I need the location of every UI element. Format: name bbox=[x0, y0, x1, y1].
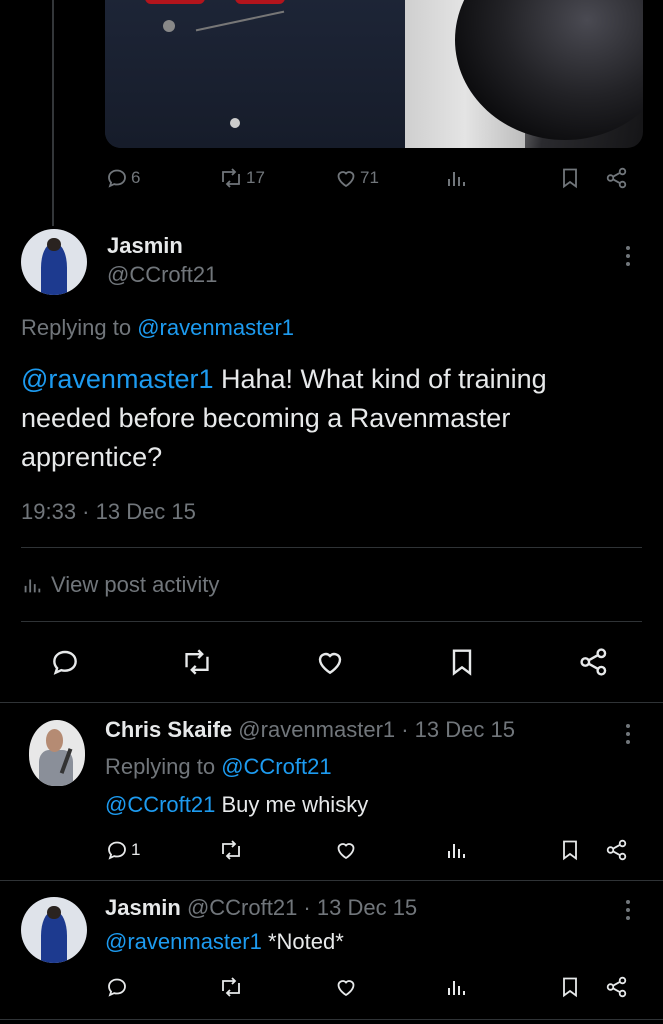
reply-icon bbox=[53, 650, 77, 675]
thread-connector-line bbox=[52, 0, 54, 226]
reply-button[interactable] bbox=[49, 646, 81, 678]
avatar[interactable] bbox=[29, 720, 85, 786]
heart-icon bbox=[337, 171, 355, 188]
reply-action[interactable] bbox=[105, 975, 129, 999]
analytics-icon bbox=[24, 579, 41, 593]
replying-to-prefix: Replying to bbox=[21, 315, 138, 340]
author-meta[interactable]: @ravenmaster1 · 13 Dec 15 bbox=[238, 717, 515, 742]
reply-action[interactable]: 1 bbox=[105, 838, 140, 862]
reply-icon bbox=[108, 841, 126, 860]
views-action[interactable] bbox=[444, 838, 468, 862]
mention-link[interactable]: @ravenmaster1 bbox=[21, 364, 213, 394]
bookmark-icon bbox=[563, 840, 577, 861]
author-meta[interactable]: @CCroft21 · 13 Dec 15 bbox=[187, 895, 417, 920]
analytics-icon bbox=[448, 981, 465, 995]
like-action[interactable] bbox=[334, 975, 358, 999]
heart-icon bbox=[337, 980, 355, 997]
views-action[interactable] bbox=[444, 975, 468, 999]
reply-header: Chris Skaife @ravenmaster1 · 13 Dec 15 bbox=[105, 717, 515, 743]
share-button[interactable] bbox=[578, 646, 610, 678]
retweet-action[interactable] bbox=[218, 838, 244, 862]
views-action[interactable] bbox=[444, 166, 468, 190]
share-icon bbox=[606, 976, 627, 998]
retweet-icon bbox=[222, 168, 240, 188]
bookmark-action[interactable] bbox=[558, 838, 582, 862]
bookmark-icon bbox=[563, 977, 577, 998]
share-action[interactable] bbox=[605, 166, 629, 190]
share-action[interactable] bbox=[605, 975, 629, 999]
analytics-icon bbox=[448, 844, 465, 858]
retweet-action[interactable]: 17 bbox=[218, 166, 265, 190]
reply-count: 1 bbox=[131, 840, 141, 859]
retweet-icon bbox=[222, 840, 240, 860]
reply-count: 6 bbox=[131, 168, 141, 187]
retweet-count: 17 bbox=[246, 168, 265, 187]
replying-to-prefix: Replying to bbox=[105, 754, 222, 779]
more-options-icon[interactable] bbox=[626, 246, 630, 270]
reply-text: @ravenmaster1 *Noted* bbox=[105, 929, 344, 955]
retweet-button[interactable] bbox=[180, 646, 214, 678]
divider bbox=[0, 1019, 663, 1020]
author-name[interactable]: Chris Skaife bbox=[105, 717, 232, 742]
reply-body: *Noted* bbox=[261, 929, 344, 954]
divider bbox=[0, 702, 663, 703]
like-button[interactable] bbox=[314, 646, 346, 678]
view-post-activity-label: View post activity bbox=[51, 572, 220, 597]
tweet-text: @ravenmaster1 Haha! What kind of trainin… bbox=[21, 360, 636, 477]
mention-link[interactable]: @ravenmaster1 bbox=[105, 929, 262, 954]
bookmark-icon bbox=[563, 168, 577, 189]
share-icon bbox=[580, 648, 607, 676]
bookmark-action[interactable] bbox=[558, 166, 582, 190]
reply-body: Buy me whisky bbox=[215, 792, 369, 817]
author-name[interactable]: Jasmin bbox=[105, 895, 181, 920]
like-action[interactable] bbox=[334, 838, 358, 862]
divider bbox=[21, 621, 642, 622]
reply-text: @CCroft21 Buy me whisky bbox=[105, 792, 368, 818]
retweet-icon bbox=[185, 649, 209, 675]
bookmark-button[interactable] bbox=[446, 646, 478, 678]
author-handle[interactable]: @CCroft21 bbox=[107, 262, 217, 288]
share-action[interactable] bbox=[605, 838, 629, 862]
reply-icon bbox=[108, 978, 126, 997]
more-options-icon[interactable] bbox=[626, 724, 630, 748]
like-action[interactable]: 71 bbox=[334, 166, 379, 190]
replying-to: Replying to @ravenmaster1 bbox=[21, 315, 294, 341]
share-icon bbox=[606, 839, 627, 861]
analytics-icon bbox=[448, 172, 465, 186]
replying-to: Replying to @CCroft21 bbox=[105, 754, 332, 780]
share-icon bbox=[606, 167, 627, 189]
bookmark-icon bbox=[452, 649, 472, 676]
reply-action[interactable]: 6 bbox=[105, 166, 140, 190]
heart-icon bbox=[337, 843, 355, 860]
tweet-media-image[interactable] bbox=[105, 0, 643, 148]
view-post-activity[interactable]: View post activity bbox=[21, 572, 219, 598]
divider bbox=[0, 880, 663, 881]
divider bbox=[21, 547, 642, 548]
bookmark-action[interactable] bbox=[558, 975, 582, 999]
retweet-action[interactable] bbox=[218, 975, 244, 999]
avatar[interactable] bbox=[21, 229, 87, 295]
tweet-timestamp[interactable]: 19:33 · 13 Dec 15 bbox=[21, 499, 196, 525]
heart-icon bbox=[318, 652, 342, 675]
retweet-icon bbox=[222, 977, 240, 997]
mention-link[interactable]: @CCroft21 bbox=[105, 792, 215, 817]
reply-icon bbox=[108, 169, 126, 188]
more-options-icon[interactable] bbox=[626, 900, 630, 924]
replying-to-link[interactable]: @ravenmaster1 bbox=[137, 315, 294, 340]
like-count: 71 bbox=[360, 168, 379, 187]
reply-header: Jasmin @CCroft21 · 13 Dec 15 bbox=[105, 895, 417, 921]
replying-to-link[interactable]: @CCroft21 bbox=[221, 754, 331, 779]
avatar[interactable] bbox=[21, 897, 87, 963]
author-name[interactable]: Jasmin bbox=[107, 233, 183, 259]
